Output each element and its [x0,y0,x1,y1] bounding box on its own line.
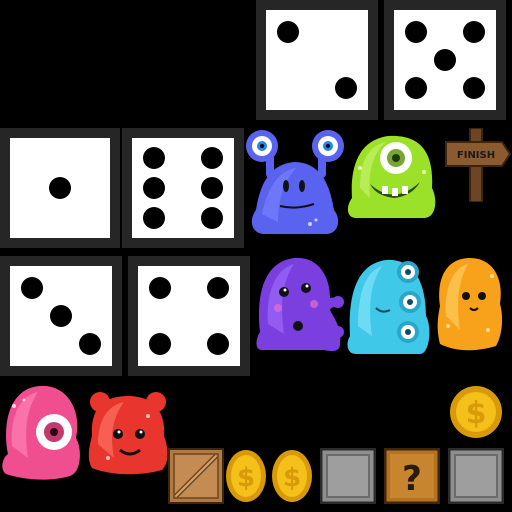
coin-label: $ [283,463,301,493]
die-face-6-background [132,138,234,238]
die-pip [200,207,223,229]
cyan-three-eyed-sprite [347,259,430,354]
stone-block-tile [448,448,504,504]
die-pip [143,147,166,169]
coin-icon: $ [272,450,312,502]
die-pip [434,49,456,71]
stone-block-tile [320,448,376,504]
die-face-4 [128,256,250,376]
coin-icon: $ [450,386,502,438]
coin-label: $ [237,463,255,493]
die-pip [143,177,166,199]
die-face-1 [0,128,120,248]
die-pip [462,21,485,43]
die-pip [405,77,428,99]
die-pip [462,77,485,99]
coin-icon: $ [226,450,266,502]
die-face-5-background [394,10,496,110]
die-pip [149,277,172,299]
die-pip [143,207,166,229]
question-mark-label: ? [402,459,422,499]
green-cyclops-sprite [347,135,436,218]
coin-label: $ [466,396,487,431]
orange-blob-sprite [437,258,503,351]
wooden-crate-tile [168,448,224,504]
die-face-3 [0,256,122,376]
pink-cyclops-sprite [2,385,80,480]
die-face-6 [122,128,244,248]
die-face-3-background [10,266,112,366]
die-pip [277,21,300,43]
die-pip [49,177,71,199]
purple-blob-sprite [256,257,344,352]
die-pip [78,333,101,355]
die-pip [206,277,229,299]
die-pip [200,147,223,169]
die-face-2 [256,0,378,120]
blue-monster-sprite [246,130,344,234]
die-pip [50,305,72,327]
die-pip [206,333,229,355]
die-face-5 [384,0,506,120]
die-face-2-background [266,10,368,110]
die-face-1-background [10,138,110,238]
die-pip [405,21,428,43]
die-pip [200,177,223,199]
red-blob-sprite [88,392,168,475]
die-face-4-background [138,266,240,366]
die-pip [21,277,44,299]
die-pip [334,77,357,99]
question-block-icon: ? [384,448,440,504]
finish-signpost: FINISH [445,128,512,202]
finish-sign-label: FINISH [457,150,495,161]
die-pip [149,333,172,355]
